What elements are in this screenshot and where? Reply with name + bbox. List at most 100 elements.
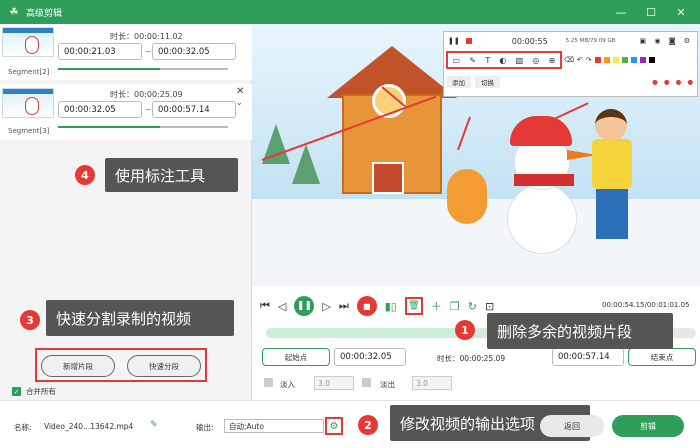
recording-time: 00:00:55 (511, 36, 548, 46)
callout-delete-segment: 删除多余的视频片段 (487, 313, 673, 349)
pause-icon[interactable]: ❚❚ (448, 37, 460, 45)
segment-item[interactable]: Segment[2] 时长：00:00:11.02 00:00:21.03 ~ … (0, 24, 252, 80)
range-separator: ~ (145, 105, 152, 114)
play-pause-button[interactable]: ❚❚ (294, 296, 315, 316)
spotlight-icon[interactable]: ⊕ (549, 56, 556, 65)
annotation-toolbar: ❚❚ 00:00:55 5.25 MB/79.09 GB ▣ ◉ ◙ ⚙ ▭ ✎… (443, 31, 698, 97)
minimize-button[interactable]: — (606, 6, 636, 19)
close-icon[interactable]: ✕ (236, 86, 244, 97)
annotation-tools-group: ▭ ✎ T ◐ ▨ ◎ ⊕ (446, 51, 562, 69)
bottom-bar: 名称: Video_240...13642.mp4 ✎ 输出: 自动;Auto … (0, 400, 700, 448)
merge-checkbox[interactable]: ✓ (12, 387, 21, 396)
segment-start-field[interactable]: 00:00:21.03 (58, 43, 142, 60)
file-name: Video_240...13642.mp4 (44, 422, 134, 431)
range-separator: ~ (145, 47, 152, 56)
annotation-options-row: 添加 切换 ● ● ● ● (446, 74, 695, 90)
stop-icon[interactable] (465, 38, 472, 44)
merge-label: 合并所有 (26, 387, 56, 396)
split-buttons-group: 新增片段 快速分段 (35, 348, 207, 382)
fade-row: 淡入 3.0 淡出 3.0 (262, 376, 696, 392)
segment-end-field[interactable]: 00:00:32.05 (152, 43, 236, 60)
tab-switch[interactable]: 切换 (475, 76, 500, 88)
player-controls: ⏮ ◁ ❚❚ ▷ ⏭ ■ ▮▯ 🗑 ＋ ❐ ↻ ⊡ 00:00:54.15/00… (252, 286, 700, 400)
edit-button[interactable]: 剪辑 (612, 415, 684, 437)
new-segment-button[interactable]: 新增片段 (41, 355, 115, 377)
quick-split-button[interactable]: 快速分段 (127, 355, 201, 377)
stop-button[interactable]: ■ (356, 296, 377, 316)
color-swatch[interactable] (603, 57, 610, 63)
segment-end-field[interactable]: 00:00:57.14 (152, 101, 236, 118)
callout-badge: 4 (75, 165, 95, 185)
redo-icon[interactable]: ↷ (586, 56, 592, 64)
chevron-down-icon[interactable]: ⌄ (236, 98, 243, 107)
delete-segment-button[interactable]: 🗑 (404, 297, 423, 315)
edit-name-icon[interactable]: ✎ (150, 420, 158, 430)
trim-end-field[interactable]: 00:00:57.14 (552, 348, 624, 366)
segment-start-field[interactable]: 00:00:32.05 (58, 101, 142, 118)
image-icon[interactable]: ▨ (516, 56, 524, 65)
fade-in-checkbox[interactable] (264, 378, 273, 387)
output-label: 输出: (196, 423, 214, 432)
brush-size-dots[interactable]: ● ● ● ● (652, 78, 695, 86)
fade-in-label: 淡入 (280, 380, 295, 389)
pen-icon[interactable]: ✎ (469, 56, 476, 65)
toolbar-right-icons[interactable]: ▣ ◉ ◙ ⚙ (640, 37, 693, 45)
callout-badge: 3 (20, 310, 40, 330)
callout-annotation-tool: 使用标注工具 (105, 158, 238, 192)
highlight-icon[interactable]: ◐ (499, 56, 506, 65)
trim-start-field[interactable]: 00:00:32.05 (334, 348, 406, 366)
split-icon[interactable]: ▮▯ (385, 300, 397, 313)
segment-thumbnail (2, 27, 54, 57)
output-select[interactable]: 自动;Auto (224, 419, 324, 433)
next-frame-icon[interactable]: ▷ (322, 300, 330, 313)
house-door (372, 162, 404, 194)
merge-all[interactable]: ✓ 合并所有 (12, 386, 56, 397)
blur-icon[interactable]: ◎ (532, 56, 539, 65)
set-end-button[interactable]: 结束点 (628, 348, 696, 366)
skip-start-icon[interactable]: ⏮ (260, 299, 270, 313)
gear-icon[interactable]: ⚙ (325, 417, 343, 435)
segment-panel: Segment[2] 时长：00:00:11.02 00:00:21.03 ~ … (0, 24, 252, 400)
recording-size: 5.25 MB/79.09 GB (565, 38, 616, 44)
color-swatch[interactable] (648, 57, 655, 63)
color-swatch[interactable] (630, 57, 637, 63)
callout-quick-split: 快速分割录制的视频 (46, 300, 234, 336)
reset-icon[interactable]: ↻ (468, 300, 477, 313)
prev-frame-icon[interactable]: ◁ (278, 300, 286, 313)
skip-end-icon[interactable]: ⏭ (339, 299, 349, 313)
fade-in-input[interactable]: 3.0 (314, 376, 354, 390)
fade-out-input[interactable]: 3.0 (412, 376, 452, 390)
color-swatch[interactable] (612, 57, 619, 63)
chick-character (447, 169, 487, 224)
eraser-icon[interactable]: ⌫ (564, 56, 574, 64)
app-title: 高级剪辑 (26, 8, 63, 19)
name-label: 名称: (14, 423, 32, 432)
window-controls: — ☐ ✕ (606, 0, 696, 24)
trim-duration: 时长：00:00:25.09 (437, 354, 506, 363)
rectangle-icon[interactable]: ▭ (453, 56, 461, 65)
color-swatch[interactable] (639, 57, 646, 63)
kid-head (595, 109, 627, 141)
tab-add[interactable]: 添加 (446, 76, 471, 88)
copy-icon[interactable]: ❐ (450, 300, 460, 313)
color-swatch[interactable] (594, 57, 601, 63)
callout-badge: 2 (358, 415, 378, 435)
add-icon[interactable]: ＋ (431, 298, 442, 314)
maximize-button[interactable]: ☐ (636, 6, 666, 19)
crop-icon[interactable]: ⊡ (485, 300, 494, 313)
text-icon[interactable]: T (485, 56, 490, 65)
color-swatch[interactable] (621, 57, 628, 63)
back-button[interactable]: 返回 (540, 415, 604, 437)
segment-label: Segment[3] (8, 127, 50, 135)
fade-out-checkbox[interactable] (362, 378, 371, 387)
close-button[interactable]: ✕ (666, 6, 696, 19)
set-start-button[interactable]: 起始点 (262, 348, 330, 366)
snowman-body (507, 184, 577, 254)
undo-icon[interactable]: ↶ (577, 56, 583, 64)
callout-badge: 1 (455, 320, 475, 340)
title-bar: ☘ 高级剪辑 — ☐ ✕ (0, 0, 700, 24)
segment-item[interactable]: Segment[3] 时长：00:00:25.09 00:00:32.05 ~ … (0, 84, 252, 140)
annotation-status-row: ❚❚ 00:00:55 5.25 MB/79.09 GB ▣ ◉ ◙ ⚙ (444, 32, 697, 50)
segment-progress (58, 126, 228, 128)
segment-progress (58, 68, 228, 70)
